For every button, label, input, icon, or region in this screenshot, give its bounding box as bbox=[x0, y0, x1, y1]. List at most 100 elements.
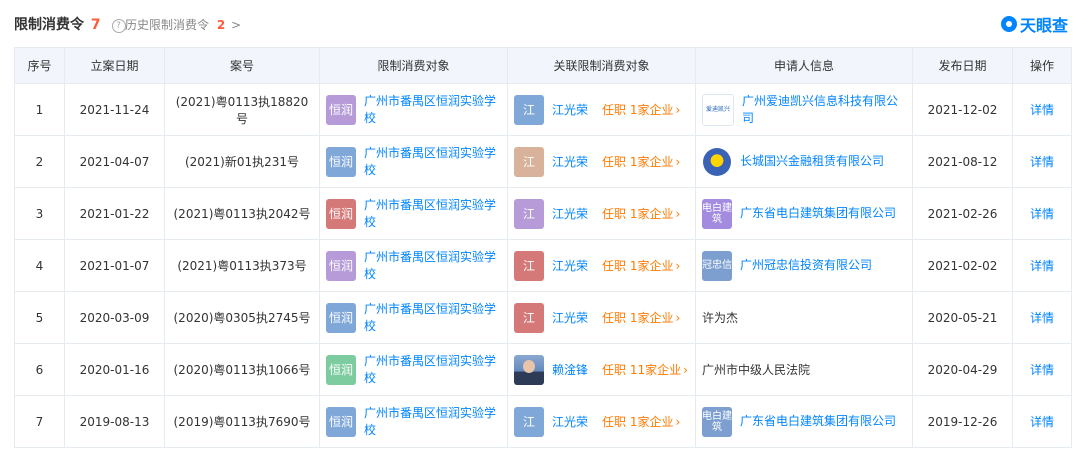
cell-case-no: (2019)粤0113执7690号 bbox=[164, 395, 320, 448]
person-roles-link[interactable]: 任职 11家企业 › bbox=[602, 361, 688, 378]
applicant-name: 广州市中级人民法院 bbox=[702, 363, 811, 377]
target-company-link[interactable]: 广州市番禺区恒润实验学校 bbox=[364, 301, 501, 335]
company-avatar[interactable]: 恒润 bbox=[326, 302, 356, 333]
cell-index: 2 bbox=[14, 135, 65, 188]
cell-filed-date: 2021-01-22 bbox=[64, 187, 165, 240]
cell-filed-date: 2021-04-07 bbox=[64, 135, 165, 188]
history-link[interactable]: 历史限制消费令 2 > bbox=[125, 16, 241, 33]
chevron-right-icon: › bbox=[675, 259, 681, 273]
cell-target: 恒润 广州市番禺区恒润实验学校 bbox=[319, 135, 508, 188]
applicant-name[interactable]: 广东省电白建筑集团有限公司 bbox=[740, 205, 896, 222]
company-avatar[interactable]: 恒润 bbox=[326, 406, 356, 437]
chevron-right-icon: > bbox=[231, 18, 242, 32]
cell-action: 详情 bbox=[1012, 239, 1072, 292]
table-row: 7 2019-08-13 (2019)粤0113执7690号 恒润 广州市番禺区… bbox=[14, 395, 1072, 448]
brand-name: 天眼查 bbox=[1019, 16, 1068, 35]
person-roles-link[interactable]: 任职 1家企业 › bbox=[602, 205, 680, 222]
person-roles-link[interactable]: 任职 1家企业 › bbox=[602, 101, 680, 118]
section-title: 限制消费令 7 ? bbox=[14, 14, 126, 34]
detail-link[interactable]: 详情 bbox=[1030, 103, 1054, 117]
person-avatar[interactable]: 江 bbox=[514, 406, 544, 437]
cell-case-no: (2021)粤0113执18820号 bbox=[164, 83, 320, 136]
applicant-name[interactable]: 广东省电白建筑集团有限公司 bbox=[740, 413, 896, 430]
detail-link[interactable]: 详情 bbox=[1030, 207, 1054, 221]
cell-index: 4 bbox=[14, 239, 65, 292]
table-header-row: 序号 立案日期 案号 限制消费对象 关联限制消费对象 申请人信息 发布日期 操作 bbox=[14, 47, 1072, 84]
person-roles-link[interactable]: 任职 1家企业 › bbox=[602, 413, 680, 430]
cell-applicant: 电白建筑 广东省电白建筑集团有限公司 bbox=[695, 187, 913, 240]
applicant-name[interactable]: 广州冠忠信投资有限公司 bbox=[740, 257, 872, 274]
company-avatar[interactable]: 恒润 bbox=[326, 250, 356, 281]
col-header-index: 序号 bbox=[14, 47, 65, 84]
company-logo[interactable] bbox=[702, 146, 732, 177]
target-company-link[interactable]: 广州市番禺区恒润实验学校 bbox=[364, 197, 501, 231]
person-name-link[interactable]: 江光荣 bbox=[552, 205, 588, 222]
detail-link[interactable]: 详情 bbox=[1030, 155, 1054, 169]
cell-published: 2020-04-29 bbox=[912, 343, 1013, 396]
person-name-link[interactable]: 江光荣 bbox=[552, 101, 588, 118]
person-photo-avatar[interactable] bbox=[514, 354, 544, 385]
history-label: 历史限制消费令 bbox=[125, 18, 210, 32]
person-name-link[interactable]: 赖淦锋 bbox=[552, 361, 588, 378]
target-company-link[interactable]: 广州市番禺区恒润实验学校 bbox=[364, 405, 501, 439]
person-name-link[interactable]: 江光荣 bbox=[552, 413, 588, 430]
detail-link[interactable]: 详情 bbox=[1030, 259, 1054, 273]
company-avatar[interactable]: 恒润 bbox=[326, 354, 356, 385]
company-logo[interactable]: 电白建筑 bbox=[702, 198, 732, 229]
col-header-related: 关联限制消费对象 bbox=[507, 47, 696, 84]
cell-index: 7 bbox=[14, 395, 65, 448]
col-header-published: 发布日期 bbox=[912, 47, 1013, 84]
applicant-name: 许为杰 bbox=[702, 311, 739, 325]
table-row: 5 2020-03-09 (2020)粤0305执2745号 恒润 广州市番禺区… bbox=[14, 291, 1072, 344]
col-header-action: 操作 bbox=[1012, 47, 1072, 84]
person-roles-link[interactable]: 任职 1家企业 › bbox=[602, 257, 680, 274]
person-avatar[interactable]: 江 bbox=[514, 198, 544, 229]
applicant-name[interactable]: 广州爱迪凯兴信息科技有限公司 bbox=[742, 93, 906, 127]
target-company-link[interactable]: 广州市番禺区恒润实验学校 bbox=[364, 249, 501, 283]
cell-related: 江 江光荣 任职 1家企业 › bbox=[507, 187, 696, 240]
table-row: 3 2021-01-22 (2021)粤0113执2042号 恒润 广州市番禺区… bbox=[14, 187, 1072, 240]
cell-related: 江 江光荣 任职 1家企业 › bbox=[507, 395, 696, 448]
person-avatar[interactable]: 江 bbox=[514, 146, 544, 177]
cell-target: 恒润 广州市番禺区恒润实验学校 bbox=[319, 395, 508, 448]
company-logo[interactable]: 电白建筑 bbox=[702, 406, 732, 437]
cell-action: 详情 bbox=[1012, 291, 1072, 344]
target-company-link[interactable]: 广州市番禺区恒润实验学校 bbox=[364, 145, 501, 179]
chevron-right-icon: › bbox=[683, 363, 688, 377]
cell-applicant: 电白建筑 广东省电白建筑集团有限公司 bbox=[695, 395, 913, 448]
person-roles-link[interactable]: 任职 1家企业 › bbox=[602, 153, 680, 170]
table-row: 6 2020-01-16 (2020)粤0113执1066号 恒润 广州市番禺区… bbox=[14, 343, 1072, 396]
applicant-name[interactable]: 长城国兴金融租赁有限公司 bbox=[740, 153, 884, 170]
cell-applicant: 爱迪凯兴 广州爱迪凯兴信息科技有限公司 bbox=[695, 83, 913, 136]
cell-target: 恒润 广州市番禺区恒润实验学校 bbox=[319, 187, 508, 240]
company-logo[interactable]: 冠忠信 bbox=[702, 250, 732, 281]
target-company-link[interactable]: 广州市番禺区恒润实验学校 bbox=[364, 353, 501, 387]
person-avatar[interactable]: 江 bbox=[514, 94, 544, 125]
brand-logo[interactable]: 天眼查 bbox=[1000, 12, 1068, 36]
person-roles-link[interactable]: 任职 1家企业 › bbox=[602, 309, 680, 326]
company-avatar[interactable]: 恒润 bbox=[326, 198, 356, 229]
cell-case-no: (2021)粤0113执373号 bbox=[164, 239, 320, 292]
company-logo[interactable]: 爱迪凯兴 bbox=[702, 93, 734, 126]
question-circle-icon[interactable]: ? bbox=[111, 19, 126, 33]
person-name-link[interactable]: 江光荣 bbox=[552, 257, 588, 274]
company-avatar[interactable]: 恒润 bbox=[326, 94, 356, 125]
cell-target: 恒润 广州市番禺区恒润实验学校 bbox=[319, 291, 508, 344]
cell-published: 2021-12-02 bbox=[912, 83, 1013, 136]
target-company-link[interactable]: 广州市番禺区恒润实验学校 bbox=[364, 93, 501, 127]
cell-action: 详情 bbox=[1012, 343, 1072, 396]
detail-link[interactable]: 详情 bbox=[1030, 311, 1054, 325]
person-name-link[interactable]: 江光荣 bbox=[552, 309, 588, 326]
person-avatar[interactable]: 江 bbox=[514, 250, 544, 281]
cell-case-no: (2020)粤0113执1066号 bbox=[164, 343, 320, 396]
company-avatar[interactable]: 恒润 bbox=[326, 146, 356, 177]
cell-related: 赖淦锋 任职 11家企业 › bbox=[507, 343, 696, 396]
chevron-right-icon: › bbox=[675, 415, 681, 429]
cell-filed-date: 2019-08-13 bbox=[64, 395, 165, 448]
detail-link[interactable]: 详情 bbox=[1030, 415, 1054, 429]
cell-index: 6 bbox=[14, 343, 65, 396]
person-avatar[interactable]: 江 bbox=[514, 302, 544, 333]
detail-link[interactable]: 详情 bbox=[1030, 363, 1054, 377]
cell-applicant: 许为杰 bbox=[695, 291, 913, 344]
person-name-link[interactable]: 江光荣 bbox=[552, 153, 588, 170]
